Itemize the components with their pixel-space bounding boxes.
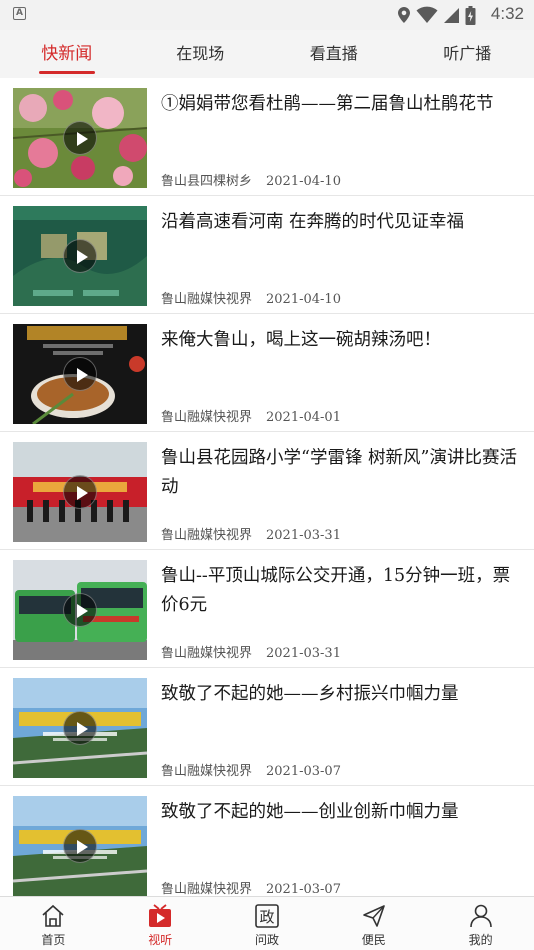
nav-bianmin[interactable]: 便民 [320,897,427,950]
news-item[interactable]: 来俺大鲁山，喝上这一碗胡辣汤吧！ 鲁山融媒快视界 2021-04-01 [0,314,534,432]
news-item[interactable]: 沿着高速看河南 在奔腾的时代见证幸福 鲁山融媒快视界 2021-04-10 [0,196,534,314]
news-source: 鲁山融媒快视界 [161,410,253,425]
home-icon [42,904,64,927]
news-date: 2021-04-01 [266,410,341,425]
nav-home-label: 首页 [41,933,66,947]
signal-icon [444,7,459,23]
video-thumbnail[interactable] [13,678,147,778]
news-meta: 鲁山县四棵树乡 2021-04-10 [161,170,341,189]
battery-icon [465,5,476,25]
nav-wenzheng[interactable]: 政 问政 [214,897,321,950]
tab-kuai-xinwen[interactable]: 快新闻 [0,30,134,78]
video-thumbnail[interactable] [13,560,147,660]
news-date: 2021-04-10 [266,292,341,307]
news-source: 鲁山融媒快视界 [161,646,253,661]
news-date: 2021-03-07 [266,764,341,779]
user-icon [469,904,492,928]
nav-video[interactable]: 视听 [107,897,214,950]
video-thumbnail[interactable] [13,796,147,896]
play-icon[interactable] [63,711,97,745]
video-icon [149,904,172,927]
news-meta: 鲁山融媒快视界 2021-03-07 [161,878,341,896]
nav-mine[interactable]: 我的 [427,897,534,950]
news-list: ①娟娟带您看杜鹃——第二届鲁山杜鹃花节 鲁山县四棵树乡 2021-04-10 沿着… [0,78,534,896]
tab-kan-zhibo[interactable]: 看直播 [267,30,401,78]
news-item[interactable]: 鲁山县花园路小学“学雷锋 树新风”演讲比赛活动 鲁山融媒快视界 2021-03-3… [0,432,534,550]
status-time: 4:32 [490,4,524,23]
news-meta: 鲁山融媒快视界 2021-03-31 [161,524,341,543]
news-source: 鲁山融媒快视界 [161,764,253,779]
news-title[interactable]: 致敬了不起的她——乡村振兴巾帼力量 [161,680,523,709]
news-meta: 鲁山融媒快视界 2021-03-31 [161,642,341,661]
zheng-icon: 政 [255,904,279,928]
news-item[interactable]: 致敬了不起的她——乡村振兴巾帼力量 鲁山融媒快视界 2021-03-07 [0,668,534,786]
news-meta: 鲁山融媒快视界 2021-04-01 [161,406,341,425]
news-source: 鲁山融媒快视界 [161,882,253,896]
top-tab-bar: 快新闻 在现场 看直播 听广播 [0,30,534,78]
nav-wenzheng-label: 问政 [254,933,279,947]
news-meta: 鲁山融媒快视界 2021-04-10 [161,288,341,307]
news-date: 2021-03-31 [266,528,341,543]
news-item[interactable]: 鲁山--平顶山城际公交开通，15分钟一班，票价6元 鲁山融媒快视界 2021-03… [0,550,534,668]
nav-home[interactable]: 首页 [0,897,107,950]
video-thumbnail[interactable] [13,88,147,188]
play-icon[interactable] [63,829,97,863]
nav-video-label: 视听 [148,933,173,947]
news-date: 2021-03-07 [266,882,341,896]
play-icon[interactable] [63,239,97,273]
news-title[interactable]: 致敬了不起的她——创业创新巾帼力量 [161,798,523,827]
news-meta: 鲁山融媒快视界 2021-03-07 [161,760,341,779]
news-item[interactable]: 致敬了不起的她——创业创新巾帼力量 鲁山融媒快视界 2021-03-07 [0,786,534,896]
nav-bianmin-label: 便民 [361,933,386,947]
news-source: 鲁山融媒快视界 [161,292,253,307]
news-title[interactable]: 来俺大鲁山，喝上这一碗胡辣汤吧！ [161,326,523,355]
location-icon [398,7,410,23]
news-title[interactable]: ①娟娟带您看杜鹃——第二届鲁山杜鹃花节 [161,90,523,119]
svg-text:政: 政 [259,908,274,926]
news-title[interactable]: 鲁山县花园路小学“学雷锋 树新风”演讲比赛活动 [161,444,523,502]
bottom-nav: 首页 视听 政 问政 便民 我的 [0,896,534,950]
play-icon[interactable] [63,593,97,627]
video-thumbnail[interactable] [13,324,147,424]
news-item[interactable]: ①娟娟带您看杜鹃——第二届鲁山杜鹃花节 鲁山县四棵树乡 2021-04-10 [0,78,534,196]
news-source: 鲁山县四棵树乡 [161,174,253,189]
status-icons [397,5,476,25]
send-icon [362,905,385,927]
news-date: 2021-03-31 [266,646,341,661]
nav-mine-label: 我的 [468,933,493,947]
tab-ting-guangbo[interactable]: 听广播 [401,30,534,78]
news-date: 2021-04-10 [266,174,341,189]
wifi-icon [416,6,438,23]
play-icon[interactable] [63,475,97,509]
news-title[interactable]: 鲁山--平顶山城际公交开通，15分钟一班，票价6元 [161,562,523,620]
tab-zai-xianchang[interactable]: 在现场 [134,30,268,78]
video-thumbnail[interactable] [13,206,147,306]
news-title[interactable]: 沿着高速看河南 在奔腾的时代见证幸福 [161,208,523,237]
notification-a-icon: A [13,7,26,20]
status-bar: A 4:32 [0,0,534,30]
play-icon[interactable] [63,121,97,155]
video-thumbnail[interactable] [13,442,147,542]
play-icon[interactable] [63,357,97,391]
news-source: 鲁山融媒快视界 [161,528,253,543]
